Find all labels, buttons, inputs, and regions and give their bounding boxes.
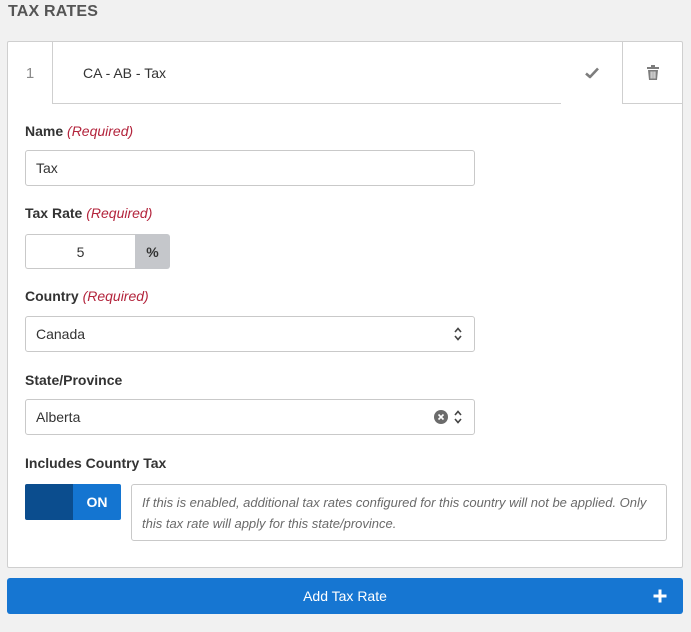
name-input-value: Tax: [36, 160, 58, 176]
check-icon: [584, 67, 599, 79]
trash-icon: [646, 65, 659, 80]
select-arrows-icon: [454, 327, 462, 341]
includes-country-tax-help: If this is enabled, additional tax rates…: [131, 484, 667, 541]
includes-country-tax-toggle[interactable]: ON: [25, 484, 121, 520]
country-label-text: Country: [25, 288, 79, 304]
tax-rate-summary[interactable]: CA - AB - Tax: [52, 42, 561, 104]
tax-rate-label: Tax Rate (Required): [25, 205, 152, 221]
country-select[interactable]: Canada: [25, 316, 475, 352]
includes-country-tax-label: Includes Country Tax: [25, 455, 166, 471]
tax-rate-group: 5 %: [25, 234, 170, 269]
add-tax-rate-button[interactable]: Add Tax Rate: [7, 578, 683, 614]
select-arrows-icon: [454, 410, 462, 424]
toggle-on-label: ON: [73, 484, 121, 520]
name-label-text: Name: [25, 123, 64, 139]
country-label: Country (Required): [25, 288, 149, 304]
name-label: Name (Required): [25, 123, 133, 139]
clear-icon[interactable]: [434, 410, 448, 424]
add-tax-rate-label: Add Tax Rate: [303, 588, 387, 604]
country-required-note: (Required): [82, 288, 149, 304]
tax-rate-card-header: 1 CA - AB - Tax: [8, 42, 682, 104]
percent-addon: %: [135, 234, 170, 269]
state-label-text: State/Province: [25, 372, 123, 388]
tax-rate-card: 1 CA - AB - Tax Name (Required) Tax Tax …: [7, 41, 683, 568]
state-label: State/Province: [25, 372, 122, 388]
plus-icon: [653, 589, 667, 603]
tax-rate-required-note: (Required): [86, 205, 153, 221]
tax-rate-label-text: Tax Rate: [25, 205, 83, 221]
tax-rate-index: 1: [25, 64, 35, 82]
country-select-value: Canada: [36, 326, 86, 342]
state-select[interactable]: Alberta: [25, 399, 475, 435]
section-title: TAX RATES: [8, 3, 99, 20]
name-required-note: (Required): [67, 123, 134, 139]
tax-rate-summary-name: CA - AB - Tax: [83, 64, 166, 81]
includes-country-tax-label-text: Includes Country Tax: [25, 455, 167, 471]
delete-button[interactable]: [622, 42, 682, 104]
toggle-knob: [25, 484, 73, 520]
state-select-value: Alberta: [36, 409, 81, 425]
confirm-button[interactable]: [561, 42, 622, 104]
tax-rate-input[interactable]: 5: [25, 234, 135, 269]
tax-rate-input-value: 5: [76, 243, 85, 260]
name-input[interactable]: Tax: [25, 150, 475, 186]
